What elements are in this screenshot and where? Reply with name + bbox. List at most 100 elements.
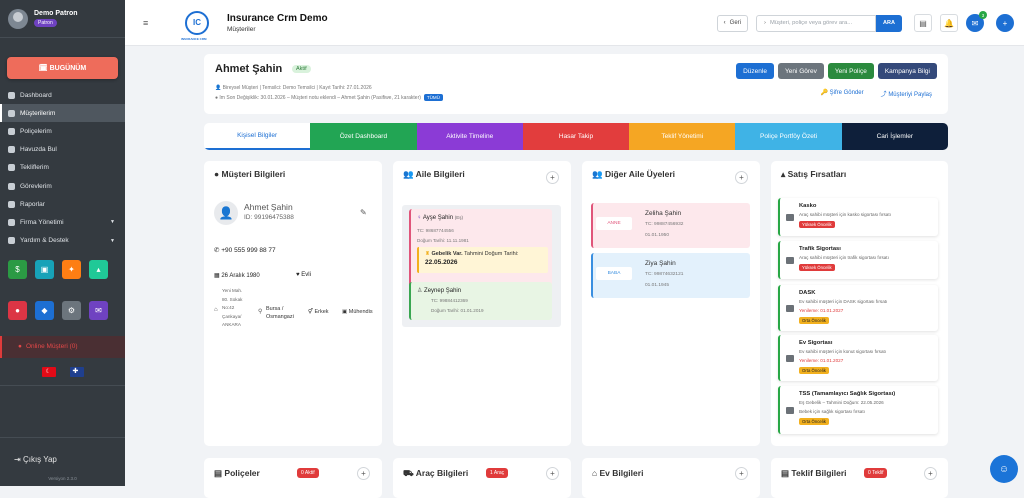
spouse-card[interactable]: ♀ Ayşe Şahin (Eş) TC: 98687744556 Doğum … [409,209,552,287]
quick-tile-icon[interactable]: ▴ [89,259,108,279]
role-badge: Patron [34,19,57,27]
back-button[interactable]: ‹ Geri [716,14,748,32]
opportunity-desc: Ev sahibi müşteri için DASK sigortası fı… [799,299,888,304]
uk-flag-icon[interactable]: ✚ [69,366,84,377]
sidebar-item-label: Dashboard [20,91,52,99]
tab[interactable]: Kişisel Bilgiler [204,123,311,150]
add-button[interactable]: + [357,467,370,480]
sidebar-item[interactable]: Dashboard [0,86,125,104]
edit-icon[interactable]: ✎ [360,208,367,217]
opportunity-item[interactable]: Trafik Sigortası Araç sahibi müşteri için… [778,241,938,279]
version-text: Versiyon 2.3.0 [48,476,77,481]
today-button[interactable]: 🗓 BUGÜNÜM [7,57,118,79]
action-button[interactable]: Yeni Görev [777,63,824,79]
opportunity-item[interactable]: TSS (Tamamlayıcı Sağlık Sigortası) Eş Geb… [778,386,938,434]
tab[interactable]: Poliçe Portföy Özeti [735,123,842,150]
opportunity-desc: Eş Gebelik – Tahmini Doğum: 22.05.2026 [799,400,884,405]
member-tc: TC: 99887456932 [645,222,684,227]
add-button[interactable]: + [546,467,559,480]
customer-meta-text: Bireysel Müşteri | Temsilci: Demo Temsil… [222,85,372,91]
add-family-button[interactable]: + [546,171,559,184]
quick-tile-icon[interactable]: ◆ [35,300,54,320]
sidebar-item[interactable]: Poliçelerim [0,122,125,140]
tab[interactable]: Teklif Yönetimi [629,123,736,150]
tab-label: Cari İşlemler [876,133,914,140]
add-button[interactable]: + [735,467,748,480]
menu-item-icon [8,127,15,135]
card-icon: ⌂ [592,468,600,478]
bottom-card-title-text: Ev Bilgileri [599,468,644,478]
opportunity-item[interactable]: Ev Sigortası Ev sahibi müşteri için konut… [778,335,938,381]
quick-tile-icon[interactable]: ✉ [89,300,108,320]
messages-icon[interactable]: ✉ 3 [966,11,987,32]
count-badge: 0 Aktif [297,468,319,478]
all-chip[interactable]: TÜMÜ [423,94,443,101]
quick-tile-icon[interactable]: ● [8,300,27,320]
search-input[interactable]: › Müşteri, poliçe veya görev ara... [756,14,876,32]
action-button[interactable]: Yeni Poliçe [827,63,874,79]
home-icon [786,305,794,312]
sidebar-item[interactable]: Görevlerim [0,177,125,195]
bottom-card: ⛟ Araç Bilgileri 1 Araç + [393,458,571,498]
pregnancy-date: 22.05.2026 [425,259,458,266]
card-icon: ▤ [781,468,792,478]
card-icon: ⛟ [403,468,416,478]
member-card-anne[interactable]: ANNE Zeliha Şahin TC: 99887456932 01.01.… [591,203,750,248]
quick-tile-icon[interactable]: $ [8,259,27,279]
add-member-button[interactable]: + [735,171,748,184]
last-change: ● Im Son Değişiklik: 30.01.2026 – Müşter… [215,94,443,101]
family-info-title-text: Aile Bilgileri [415,169,465,179]
share-customer-link[interactable]: ⤴ Müşteriyi Paylaş [881,89,932,98]
child-card[interactable]: ♙ Zeynep Şahin TC: 99884412369 Doğum Tar… [409,282,552,320]
calendar-icon[interactable]: ▤ [914,14,932,32]
car-icon [786,257,794,264]
member-role: ANNE [596,217,632,230]
tab[interactable]: Hasar Takip [522,123,630,150]
spouse-birth: Doğum Tarihi: 11.11.1981 [417,238,469,243]
tab[interactable]: Özet Dashboard [310,123,417,150]
tab[interactable]: Aktivite Timeline [416,123,523,150]
online-customers[interactable]: ● Online Müşteri (0) [0,335,125,358]
tab[interactable]: Cari İşlemler [841,123,948,150]
sidebar-item[interactable]: Havuzda Bul [0,141,125,159]
opportunity-item[interactable]: DASK Ev sahibi müşteri için DASK sigortas… [778,285,938,331]
sidebar-item[interactable]: Firma Yönetimi ▼ [0,213,125,231]
action-button[interactable]: Kampanya Bilgi [877,63,937,79]
bottom-card-title: ▤ Poliçeler [214,468,260,479]
tab-label: Özet Dashboard [339,133,388,140]
customer-info-card: ● Müşteri Bilgileri 👤 Ahmet Şahin ID: 99… [204,161,382,446]
logout-button[interactable]: ⇥ Çıkış Yap [14,455,57,464]
quick-tile-icon[interactable]: ✦ [62,259,81,279]
opportunity-title: DASK [799,290,816,296]
customer-card-name: Ahmet Şahin [244,202,293,212]
add-icon[interactable]: + [996,14,1014,32]
other-family-card: 👥 Diğer Aile Üyeleri + ANNE Zeliha Şahin… [582,161,760,446]
bell-icon[interactable]: 🔔 [940,14,958,32]
menu-item-icon [8,146,15,154]
sidebar-item[interactable]: Yardım & Destek ▼ [0,232,125,250]
opportunity-item[interactable]: Kasko Araç sahibi müşteri için kasko sigo… [778,198,938,236]
sidebar-item-label: Poliçelerim [20,127,52,135]
action-button[interactable]: Düzenle [736,63,774,79]
sidebar-item[interactable]: Tekliflerim [0,159,125,177]
menu-toggle-icon[interactable]: ≡ [143,18,155,28]
bottom-card-title: ⛟ Araç Bilgileri [403,468,468,480]
sidebar-item[interactable]: Raporlar [0,195,125,213]
member-card-baba[interactable]: BABA Ziya Şahin TC: 99874632121 01.01.19… [591,253,750,298]
child-name-text: Zeynep Şahin [424,288,462,294]
quick-tile-icon[interactable]: ▣ [35,259,54,279]
chat-bot-icon[interactable]: ☺ [990,455,1018,483]
search-button[interactable]: ARA [876,14,902,32]
home-icon: ⌂ [214,307,218,313]
quick-tile-icon[interactable]: ⚙ [62,300,81,320]
opportunity-title: Trafik Sigortası [799,246,841,252]
gender-text: Erkek [314,309,329,315]
logo[interactable]: IC INSURANCE CRM [181,10,209,41]
quick-tiles-row-2: ● ◆ ⚙ ✉ [0,300,125,320]
turkish-flag-icon[interactable]: ☾ [41,366,56,377]
sidebar-user[interactable]: Demo Patron Patron [0,0,125,38]
member-name: Ziya Şahin [645,260,676,267]
send-password-link[interactable]: 🔑 Şifre Gönder [820,89,863,98]
sidebar-item[interactable]: Müşterilerim [0,104,125,123]
add-button[interactable]: + [924,467,937,480]
